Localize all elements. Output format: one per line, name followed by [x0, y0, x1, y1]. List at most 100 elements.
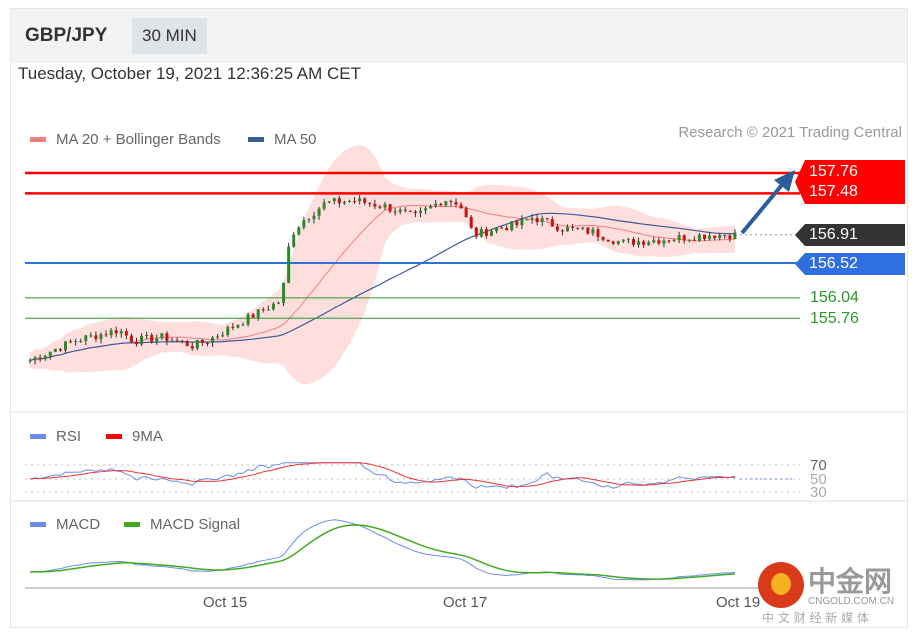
candle-body — [119, 331, 123, 334]
legend-rsi: RSI — [30, 428, 81, 445]
candle-body — [180, 340, 184, 342]
candle-body — [692, 239, 696, 241]
signal-swatch — [124, 522, 140, 527]
candle-body — [266, 309, 270, 311]
rsi-30: 30 — [810, 484, 827, 501]
candle-body — [601, 236, 605, 240]
candle-body — [606, 239, 610, 242]
candle-body — [439, 203, 443, 206]
candle-body — [474, 227, 478, 237]
pivot-tag: 156.52 — [795, 253, 905, 275]
legend-label: MACD Signal — [150, 516, 241, 533]
candle-body — [586, 227, 590, 234]
candle-body — [48, 351, 52, 356]
candle-body — [637, 241, 641, 245]
x-tick: Oct 15 — [203, 594, 248, 611]
candle-body — [591, 229, 595, 234]
candle-body — [703, 234, 706, 239]
x-tick: Oct 19 — [716, 594, 761, 611]
candle-body — [200, 339, 204, 343]
candle-body — [424, 208, 428, 211]
candle-body — [236, 324, 240, 328]
candle-body — [495, 227, 499, 232]
candle-body — [89, 335, 93, 337]
candle-body — [33, 357, 37, 361]
candle-body — [109, 330, 113, 336]
candle-body — [216, 336, 220, 338]
candle-body — [94, 335, 98, 340]
candle-body — [251, 314, 255, 318]
forecast-arrow — [740, 178, 788, 235]
candle-body — [500, 227, 504, 229]
candle-body — [510, 221, 514, 231]
candle-body — [723, 234, 727, 236]
candle-body — [611, 241, 615, 244]
candle-body — [667, 240, 671, 242]
candle-body — [145, 335, 149, 337]
candle-body — [713, 235, 717, 239]
candle-body — [429, 206, 433, 209]
candle-body — [337, 198, 341, 204]
candle-body — [175, 340, 179, 342]
candle-body — [170, 340, 174, 342]
watermark-logo: 中金网 CNGOLD.COM.CN 中 文 财 经 新 媒 体 — [758, 560, 908, 630]
candle-body — [271, 303, 275, 310]
candle-body — [327, 201, 331, 203]
candle-body — [733, 232, 737, 239]
level-s2: 155.76 — [810, 310, 859, 327]
candle-body — [114, 330, 118, 334]
candle-body — [99, 334, 103, 340]
candle-body — [454, 202, 458, 205]
last-price-tag: 156.91 — [795, 224, 905, 246]
candle-body — [368, 202, 372, 204]
rsi-swatch — [30, 434, 46, 439]
candle-body — [449, 201, 453, 203]
candle-body — [378, 206, 382, 208]
level-r1: 157.48 — [809, 183, 858, 200]
candle-body — [261, 309, 265, 311]
candle-body — [444, 201, 448, 206]
legend-rsi-ma: 9MA — [106, 428, 163, 445]
candle-body — [642, 241, 646, 245]
candle-body — [155, 338, 159, 342]
level-s1: 156.04 — [810, 289, 859, 306]
candle-body — [221, 335, 225, 337]
legend-label: 9MA — [132, 428, 163, 445]
bollinger-band — [30, 144, 735, 385]
candle-body — [302, 220, 306, 228]
candle-body — [282, 282, 286, 304]
x-tick: Oct 17 — [443, 594, 488, 611]
candle-body — [393, 211, 397, 213]
logo-name: 中金网 — [808, 565, 893, 598]
candle-body — [231, 326, 235, 328]
candle-body — [28, 360, 32, 362]
candle-body — [515, 221, 519, 226]
candle-body — [129, 335, 133, 342]
candle-body — [150, 335, 154, 342]
candle-body — [135, 341, 138, 345]
candle-body — [332, 198, 336, 202]
candle-body — [581, 227, 585, 229]
candle-body — [190, 346, 194, 349]
candle-body — [58, 349, 62, 351]
candle-body — [652, 240, 656, 243]
candle-body — [616, 241, 620, 244]
candle-body — [555, 226, 559, 231]
candle-body — [718, 234, 722, 239]
candle-body — [419, 210, 422, 214]
candle-body — [697, 234, 701, 241]
level-r2: 157.76 — [809, 163, 858, 180]
candle-body — [358, 198, 362, 202]
candle-body — [520, 219, 524, 226]
candle-body — [469, 217, 473, 228]
candle-body — [277, 303, 280, 305]
candle-body — [677, 235, 681, 241]
candle-body — [53, 349, 57, 352]
candle-body — [434, 203, 438, 207]
logo-icon — [758, 562, 804, 608]
candle-body — [353, 201, 357, 203]
candle-body — [64, 341, 67, 351]
candle-body — [408, 210, 412, 212]
candle-body — [525, 219, 529, 221]
candle-body — [206, 342, 209, 344]
